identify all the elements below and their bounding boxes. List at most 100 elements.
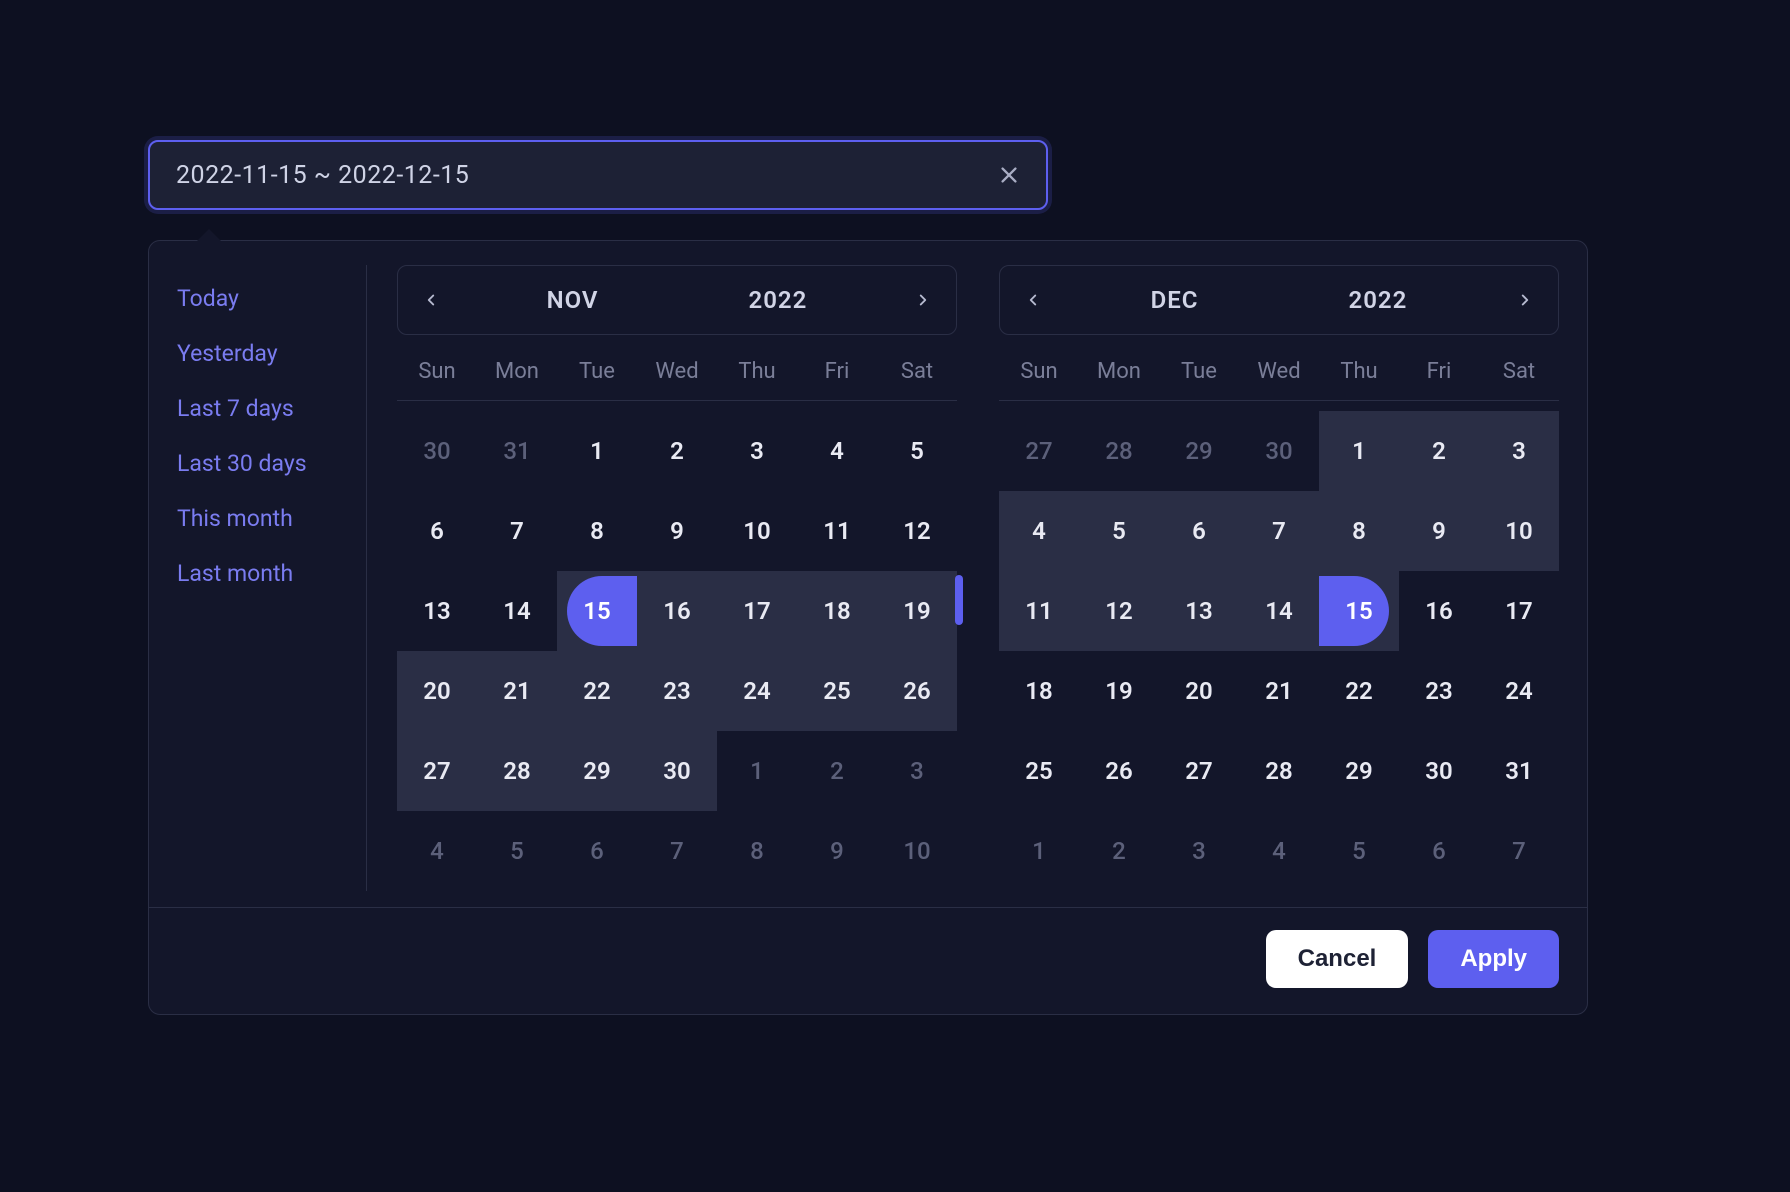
calendar-day[interactable]: 10 [717, 491, 797, 571]
calendar-day[interactable]: 13 [1159, 571, 1239, 651]
calendar-day[interactable]: 6 [1399, 811, 1479, 891]
calendar-day[interactable]: 23 [1399, 651, 1479, 731]
calendar-day[interactable]: 29 [557, 731, 637, 811]
calendar-day[interactable]: 3 [877, 731, 957, 811]
calendar-day[interactable]: 8 [1319, 491, 1399, 571]
calendar-day[interactable]: 3 [1159, 811, 1239, 891]
prev-month-icon[interactable] [416, 285, 446, 315]
calendar-day[interactable]: 4 [1239, 811, 1319, 891]
calendar-left-month[interactable]: NOV [547, 286, 599, 314]
calendar-day[interactable]: 12 [1079, 571, 1159, 651]
calendar-day[interactable]: 29 [1319, 731, 1399, 811]
calendar-day[interactable]: 22 [557, 651, 637, 731]
apply-button[interactable]: Apply [1428, 930, 1559, 988]
calendar-day[interactable]: 30 [397, 411, 477, 491]
calendar-day[interactable]: 30 [1399, 731, 1479, 811]
calendar-day[interactable]: 30 [1239, 411, 1319, 491]
calendar-day[interactable]: 7 [1479, 811, 1559, 891]
calendar-day[interactable]: 7 [637, 811, 717, 891]
calendar-day[interactable]: 31 [1479, 731, 1559, 811]
calendar-day[interactable]: 1 [999, 811, 1079, 891]
clear-icon[interactable] [998, 164, 1020, 186]
calendar-day[interactable]: 25 [797, 651, 877, 731]
calendar-day[interactable]: 3 [1479, 411, 1559, 491]
calendar-day[interactable]: 6 [1159, 491, 1239, 571]
calendar-day[interactable]: 9 [797, 811, 877, 891]
calendar-day[interactable]: 10 [877, 811, 957, 891]
shortcut-last-month[interactable]: Last month [177, 546, 350, 601]
shortcut-this-month[interactable]: This month [177, 491, 350, 546]
calendar-day[interactable]: 1 [557, 411, 637, 491]
calendar-day[interactable]: 20 [397, 651, 477, 731]
calendar-right-year[interactable]: 2022 [1349, 286, 1408, 314]
calendar-day[interactable]: 1 [717, 731, 797, 811]
calendar-day[interactable]: 19 [877, 571, 957, 651]
calendar-day[interactable]: 21 [1239, 651, 1319, 731]
calendar-day[interactable]: 5 [477, 811, 557, 891]
calendar-day[interactable]: 27 [1159, 731, 1239, 811]
calendar-day[interactable]: 15 [557, 571, 637, 651]
calendar-day[interactable]: 17 [717, 571, 797, 651]
calendar-day[interactable]: 13 [397, 571, 477, 651]
calendar-right-month[interactable]: DEC [1151, 286, 1199, 314]
calendar-day[interactable]: 8 [557, 491, 637, 571]
prev-month-icon[interactable] [1018, 285, 1048, 315]
calendar-day[interactable]: 23 [637, 651, 717, 731]
shortcut-yesterday[interactable]: Yesterday [177, 326, 350, 381]
calendar-day[interactable]: 30 [637, 731, 717, 811]
range-divider-handle[interactable] [955, 575, 963, 625]
calendar-day[interactable]: 3 [717, 411, 797, 491]
calendar-day[interactable]: 22 [1319, 651, 1399, 731]
calendar-day[interactable]: 8 [717, 811, 797, 891]
calendar-day[interactable]: 4 [797, 411, 877, 491]
calendar-day[interactable]: 21 [477, 651, 557, 731]
calendar-day[interactable]: 2 [1399, 411, 1479, 491]
calendar-day[interactable]: 20 [1159, 651, 1239, 731]
calendar-day[interactable]: 28 [1079, 411, 1159, 491]
calendar-day[interactable]: 15 [1319, 571, 1399, 651]
calendar-day[interactable]: 7 [477, 491, 557, 571]
calendar-day[interactable]: 4 [999, 491, 1079, 571]
calendar-day[interactable]: 18 [797, 571, 877, 651]
calendar-day[interactable]: 2 [637, 411, 717, 491]
calendar-day[interactable]: 7 [1239, 491, 1319, 571]
calendar-day[interactable]: 9 [637, 491, 717, 571]
calendar-day[interactable]: 1 [1319, 411, 1399, 491]
calendar-day[interactable]: 18 [999, 651, 1079, 731]
calendar-day[interactable]: 5 [1319, 811, 1399, 891]
calendar-left-year[interactable]: 2022 [749, 286, 808, 314]
calendar-day[interactable]: 14 [1239, 571, 1319, 651]
calendar-day[interactable]: 16 [637, 571, 717, 651]
next-month-icon[interactable] [908, 285, 938, 315]
calendar-day[interactable]: 31 [477, 411, 557, 491]
calendar-day[interactable]: 14 [477, 571, 557, 651]
calendar-day[interactable]: 19 [1079, 651, 1159, 731]
calendar-day[interactable]: 26 [1079, 731, 1159, 811]
calendar-day[interactable]: 9 [1399, 491, 1479, 571]
calendar-day[interactable]: 5 [1079, 491, 1159, 571]
calendar-day[interactable]: 24 [717, 651, 797, 731]
shortcut-last-30-days[interactable]: Last 30 days [177, 436, 350, 491]
calendar-day[interactable]: 27 [999, 411, 1079, 491]
calendar-day[interactable]: 10 [1479, 491, 1559, 571]
date-range-input[interactable]: 2022-11-15 ~ 2022-12-15 [148, 140, 1048, 210]
calendar-day[interactable]: 11 [797, 491, 877, 571]
calendar-day[interactable]: 4 [397, 811, 477, 891]
calendar-day[interactable]: 25 [999, 731, 1079, 811]
calendar-day[interactable]: 26 [877, 651, 957, 731]
calendar-day[interactable]: 28 [1239, 731, 1319, 811]
calendar-day[interactable]: 6 [557, 811, 637, 891]
calendar-day[interactable]: 12 [877, 491, 957, 571]
calendar-day[interactable]: 16 [1399, 571, 1479, 651]
calendar-day[interactable]: 2 [1079, 811, 1159, 891]
shortcut-last-7-days[interactable]: Last 7 days [177, 381, 350, 436]
calendar-day[interactable]: 6 [397, 491, 477, 571]
cancel-button[interactable]: Cancel [1266, 930, 1409, 988]
calendar-day[interactable]: 28 [477, 731, 557, 811]
calendar-day[interactable]: 24 [1479, 651, 1559, 731]
calendar-day[interactable]: 5 [877, 411, 957, 491]
calendar-day[interactable]: 27 [397, 731, 477, 811]
calendar-day[interactable]: 2 [797, 731, 877, 811]
calendar-day[interactable]: 29 [1159, 411, 1239, 491]
next-month-icon[interactable] [1510, 285, 1540, 315]
